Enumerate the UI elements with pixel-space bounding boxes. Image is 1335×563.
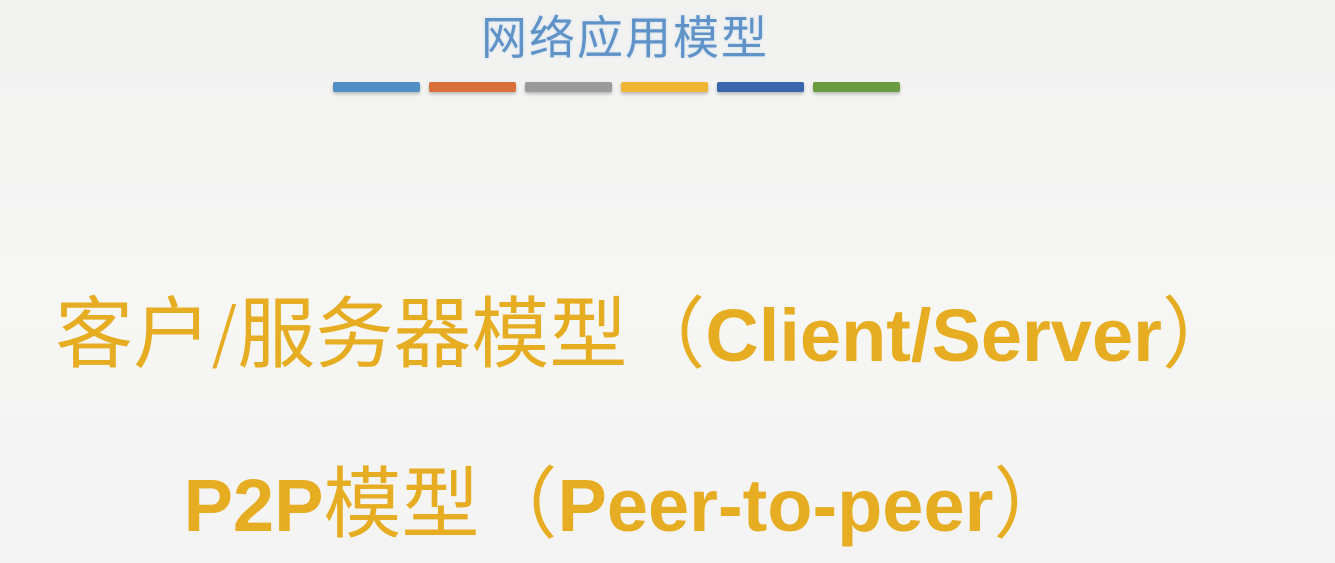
slide-title: 网络应用模型 [481,11,769,65]
paren-close: ） [1161,290,1240,380]
color-bar-blue [333,82,420,92]
item-client-server: 客户/服务器模型（Client/Server） [0,272,1315,384]
item-prefix: P2P [183,464,324,547]
item-en-label: Client/Server [705,294,1162,377]
color-bar-yellow [621,82,708,92]
color-bar-orange [429,82,516,92]
item-p2p: P2P模型（Peer-to-peer） [0,442,1295,554]
color-bar-gray [525,82,612,92]
item-cn-label: 模型 [323,460,480,550]
color-bar-strip [333,82,900,92]
paren-open: （ [479,460,558,550]
color-bar-dark-blue [717,82,804,92]
color-bar-green [813,82,900,92]
paren-close: ） [993,460,1072,550]
paren-open: （ [627,290,706,380]
item-en-label: Peer-to-peer [557,464,994,547]
item-cn-label: 客户/服务器模型 [55,290,628,380]
